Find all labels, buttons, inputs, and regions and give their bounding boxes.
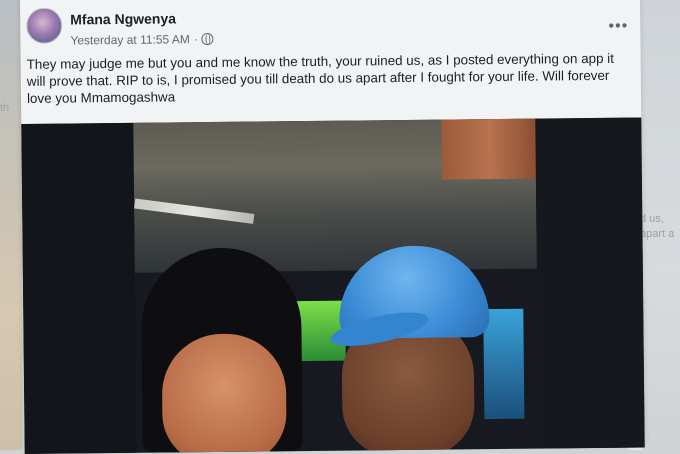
post-meta: Yesterday at 11:55 AM ·	[70, 32, 214, 47]
background-left	[0, 0, 22, 450]
post-photo[interactable]	[21, 117, 645, 454]
background-right-line-2: apart a	[640, 228, 675, 240]
background-left-text: th	[0, 102, 10, 114]
background-right-line-1: d us,	[640, 213, 664, 225]
globe-icon	[201, 32, 214, 46]
post-card: Mfana Ngwenya Yesterday at 11:55 AM · ••…	[20, 0, 645, 454]
author-name[interactable]: Mfana Ngwenya	[70, 10, 176, 27]
post-timestamp[interactable]: Yesterday at 11:55 AM	[70, 32, 190, 47]
post-header: Mfana Ngwenya Yesterday at 11:55 AM · ••…	[20, 0, 641, 52]
meta-separator: ·	[193, 32, 198, 47]
background-right-text: d us, apart a	[640, 212, 678, 242]
more-options-button[interactable]: •••	[608, 18, 628, 35]
post-caption: They may judge me but you and me know th…	[26, 50, 615, 106]
avatar[interactable]	[26, 7, 63, 44]
